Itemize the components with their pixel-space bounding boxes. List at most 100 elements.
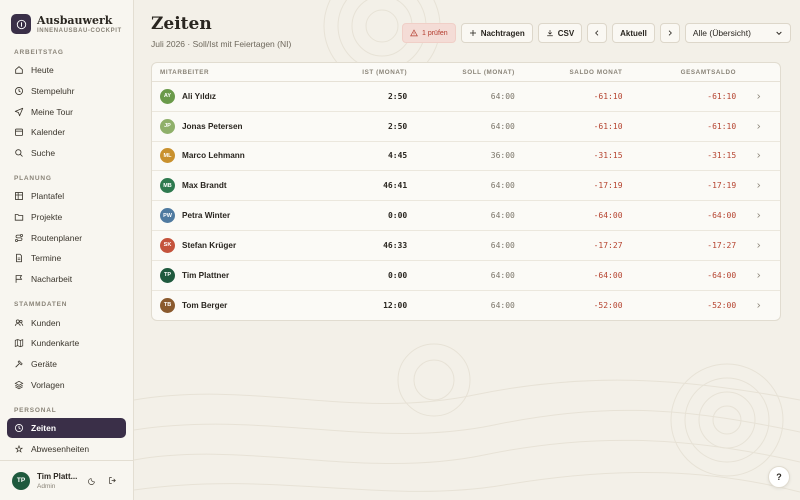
column-header-soll[interactable]: SOLL (MONAT) — [407, 69, 515, 76]
column-header-ist[interactable]: IST (MONAT) — [302, 69, 408, 76]
gesamtsaldo-value: -61:10 — [707, 121, 737, 131]
column-header-employee[interactable]: MITARBEITER — [152, 69, 302, 76]
sidebar-item-kalender[interactable]: Kalender — [7, 122, 126, 142]
ist-value: 46:33 — [383, 240, 408, 250]
employee-avatar: AY — [160, 88, 175, 104]
brand-subtitle: INNENAUSBAU-COCKPIT — [37, 27, 122, 34]
section-label-personal: PERSONAL — [14, 407, 57, 414]
soll-value: 36:00 — [490, 151, 515, 161]
current-month-button[interactable]: Aktuell — [612, 23, 655, 43]
gesamtsaldo-value: -31:15 — [707, 151, 737, 161]
user-avatar[interactable]: TP — [12, 471, 30, 490]
add-entry-label: Nachtragen — [480, 28, 525, 38]
page-subtitle: Juli 2026 · Soll/Ist mit Feiertagen (NI) — [151, 39, 292, 49]
employee-avatar: SK — [160, 237, 175, 253]
brand-logo-icon — [11, 14, 31, 34]
sun-icon — [14, 444, 24, 453]
saldo-value: -61:10 — [593, 121, 623, 131]
sidebar-item-label: Zeiten — [31, 423, 57, 433]
section-label-stammdaten: STAMMDATEN — [14, 301, 68, 308]
saldo-value: -17:19 — [593, 181, 623, 191]
sidebar-item-label: Routenplaner — [31, 233, 83, 243]
sidebar-item-label: Abwesenheiten — [31, 444, 90, 454]
csv-export-button[interactable]: CSV — [537, 23, 583, 43]
logout-button[interactable] — [105, 474, 119, 488]
chevron-right-icon — [756, 94, 760, 99]
page-title: Zeiten — [151, 14, 212, 34]
sidebar-item-heute[interactable]: Heute — [7, 60, 126, 80]
sidebar-item-termine[interactable]: Termine — [7, 248, 126, 268]
employee-avatar: ML — [160, 148, 175, 164]
employee-name: Ali Yıldız — [182, 91, 216, 101]
sidebar-item-kundenkarte[interactable]: Kundenkarte — [7, 333, 126, 353]
gesamtsaldo-value: -17:27 — [707, 240, 737, 250]
sidebar-item-geraete[interactable]: Geräte — [7, 354, 126, 374]
column-header-saldo[interactable]: SALDO MONAT — [515, 69, 623, 76]
soll-value: 64:00 — [490, 300, 515, 310]
sidebar-item-suche[interactable]: Suche — [7, 143, 126, 163]
gesamtsaldo-value: -64:00 — [707, 211, 737, 221]
employee-name: Tom Berger — [182, 300, 228, 310]
sidebar-item-label: Stempeluhr — [31, 86, 75, 96]
previous-month-button[interactable] — [587, 23, 608, 43]
users-icon — [14, 319, 24, 326]
flag-icon — [15, 275, 23, 283]
current-month-label: Aktuell — [620, 28, 647, 38]
sidebar-item-projekte[interactable]: Projekte — [7, 207, 126, 227]
sidebar-item-label: Projekte — [31, 212, 63, 222]
sidebar-item-stempeluhr[interactable]: Stempeluhr — [7, 81, 126, 101]
sidebar-item-label: Plantafel — [31, 191, 65, 201]
table-row[interactable]: PW Petra Winter 0:00 64:00 -64:00 -64:00 — [152, 201, 780, 231]
calendar-icon — [15, 128, 23, 136]
chevron-down-icon — [776, 31, 782, 35]
layers-icon — [14, 380, 24, 390]
employee-name: Jonas Petersen — [182, 121, 243, 131]
sidebar-item-plantafel[interactable]: Plantafel — [7, 186, 126, 206]
employee-avatar: PW — [160, 208, 175, 224]
employee-name: Tim Plattner — [182, 270, 230, 280]
search-icon — [15, 149, 23, 157]
chevron-right-icon — [756, 272, 760, 278]
review-warning-button[interactable]: 1 prüfen — [402, 23, 456, 43]
sidebar-item-zeiten[interactable]: Zeiten — [7, 418, 126, 438]
table-row[interactable]: AY Ali Yıldız 2:50 64:00 -61:10 -61:10 — [152, 82, 780, 112]
download-icon — [546, 30, 553, 37]
saldo-value: -64:00 — [593, 270, 623, 280]
add-entry-button[interactable]: Nachtragen — [460, 23, 533, 43]
sidebar-item-abwesenheiten[interactable]: Abwesenheiten — [7, 439, 126, 459]
sidebar-item-meine-tour[interactable]: Meine Tour — [7, 102, 126, 122]
table-row[interactable]: JP Jonas Petersen 2:50 64:00 -61:10 -61:… — [152, 112, 780, 142]
chevron-left-icon — [595, 30, 599, 36]
sidebar-item-nacharbeit[interactable]: Nacharbeit — [7, 269, 126, 289]
employee-filter-value: Alle (Übersicht) — [692, 28, 751, 38]
table-row[interactable]: SK Stefan Krüger 46:33 64:00 -17:27 -17:… — [152, 231, 780, 261]
employee-filter-select[interactable]: Alle (Übersicht) — [684, 23, 791, 43]
sidebar-item-label: Kundenkarte — [31, 338, 80, 348]
chevron-right-icon — [756, 303, 760, 308]
soll-value: 64:00 — [490, 121, 515, 131]
soll-value: 64:00 — [490, 181, 515, 191]
sidebar-item-label: Vorlagen — [31, 380, 65, 390]
next-month-button[interactable] — [659, 23, 680, 43]
employee-name: Marco Lehmann — [182, 151, 245, 161]
chevron-right-icon — [756, 213, 760, 218]
folder-icon — [14, 214, 24, 221]
table-row[interactable]: TP Tim Plattner 0:00 64:00 -64:00 -64:00 — [152, 261, 780, 291]
sidebar-item-label: Suche — [31, 148, 56, 158]
table-row[interactable]: TB Tom Berger 12:00 64:00 -52:00 -52:00 — [152, 291, 780, 320]
help-button[interactable]: ? — [768, 466, 790, 488]
table-row[interactable]: ML Marco Lehmann 4:45 36:00 -31:15 -31:1… — [152, 142, 780, 172]
sidebar-item-vorlagen[interactable]: Vorlagen — [7, 375, 126, 395]
ist-value: 46:41 — [383, 181, 408, 191]
send-icon — [14, 107, 24, 117]
user-box: TP Tim Platt... Admin — [0, 460, 133, 500]
sidebar-item-kunden[interactable]: Kunden — [7, 313, 126, 333]
table-row[interactable]: MB Max Brandt 46:41 64:00 -17:19 -17:19 — [152, 171, 780, 202]
gesamtsaldo-value: -64:00 — [707, 270, 737, 280]
brand[interactable]: Ausbauwerk INNENAUSBAU-COCKPIT — [0, 0, 133, 38]
sidebar-item-routenplaner[interactable]: Routenplaner — [7, 228, 126, 248]
theme-toggle-button[interactable] — [85, 474, 99, 488]
column-header-gesamtsaldo[interactable]: GESAMTSALDO — [623, 69, 737, 76]
employee-name: Stefan Krüger — [182, 240, 237, 250]
gesamtsaldo-value: -52:00 — [707, 300, 737, 310]
